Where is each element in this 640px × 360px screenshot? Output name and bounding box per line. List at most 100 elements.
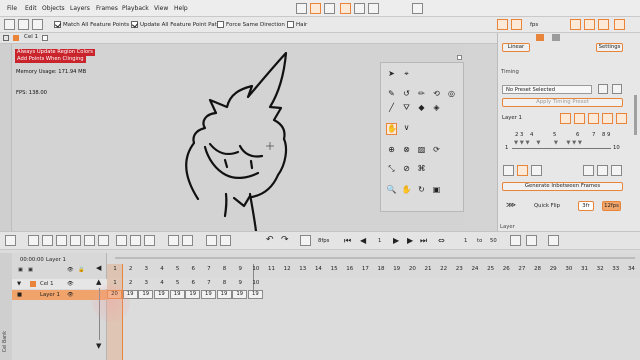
frame-number[interactable]: 13 bbox=[296, 266, 310, 272]
onion-icon-3[interactable] bbox=[56, 235, 67, 246]
frame-number[interactable]: 28 bbox=[531, 266, 545, 272]
cel-cell[interactable]: 4 bbox=[155, 280, 169, 286]
frame-number[interactable]: 10 bbox=[249, 266, 263, 272]
force-same-checkbox[interactable] bbox=[217, 21, 224, 28]
frame-number[interactable]: 16 bbox=[343, 266, 357, 272]
timing-icon-3[interactable] bbox=[588, 113, 599, 124]
cel-cell[interactable]: 5 bbox=[171, 280, 185, 286]
range-to[interactable]: 50 bbox=[490, 238, 497, 244]
update-paths-checkbox[interactable] bbox=[131, 21, 138, 28]
layer-cell[interactable]: 19 bbox=[232, 290, 248, 299]
frame-number[interactable]: 30 bbox=[562, 266, 576, 272]
frame-number[interactable]: 32 bbox=[593, 266, 607, 272]
timeline-scroll[interactable] bbox=[107, 253, 640, 264]
layer-cell[interactable]: 19 bbox=[185, 290, 201, 299]
cel-expand-icon[interactable]: ▼ bbox=[17, 281, 21, 287]
pencil-tool-icon[interactable]: ✏ bbox=[416, 89, 427, 99]
lock-icon[interactable] bbox=[583, 165, 594, 176]
frame-icon-5[interactable] bbox=[182, 235, 193, 246]
rotate-tool-icon[interactable]: ⟳ bbox=[431, 145, 442, 155]
image-tool-icon[interactable]: ▨ bbox=[416, 145, 427, 155]
hand-tool-icon[interactable]: ✋ bbox=[401, 185, 412, 195]
pen-tool-icon[interactable]: ✎ bbox=[386, 89, 397, 99]
wave-tool-icon[interactable]: ∨ bbox=[401, 123, 412, 133]
prev-frame-icon[interactable]: ◀ bbox=[360, 236, 366, 245]
menu-edit[interactable]: Edit bbox=[25, 5, 37, 12]
preset-edit-icon[interactable] bbox=[612, 84, 622, 94]
frame-number[interactable]: 34 bbox=[624, 266, 638, 272]
warp-tool2-icon[interactable]: ⊗ bbox=[401, 145, 412, 155]
frame-icon-4[interactable] bbox=[168, 235, 179, 246]
frame-icon-6[interactable] bbox=[206, 235, 217, 246]
pin-icon[interactable] bbox=[296, 3, 307, 14]
timing-icon-5[interactable] bbox=[616, 113, 627, 124]
frame-number[interactable]: 7 bbox=[202, 266, 216, 272]
camera-icon[interactable]: ▣ bbox=[431, 185, 442, 195]
spiral-tool-icon[interactable]: ⟲ bbox=[431, 89, 442, 99]
frame-icon-3[interactable] bbox=[144, 235, 155, 246]
menu-file[interactable]: File bbox=[7, 5, 17, 12]
visibility-icon[interactable]: 👁 bbox=[67, 267, 74, 273]
paste-icon[interactable] bbox=[611, 165, 622, 176]
frame-number[interactable]: 8 bbox=[218, 266, 232, 272]
frame-number[interactable]: 22 bbox=[437, 266, 451, 272]
frame-number[interactable]: 2 bbox=[124, 266, 138, 272]
share-icon[interactable] bbox=[548, 235, 559, 246]
frame-number[interactable]: 21 bbox=[421, 266, 435, 272]
view-icon[interactable] bbox=[5, 235, 16, 246]
onion-forward-icon[interactable] bbox=[511, 19, 522, 30]
bucket-tool-icon[interactable]: ◈ bbox=[431, 103, 442, 113]
mirror-icon[interactable] bbox=[598, 19, 609, 30]
select-icon[interactable] bbox=[4, 19, 15, 30]
frame-number[interactable]: 18 bbox=[374, 266, 388, 272]
interpolation-dropdown[interactable]: Linear bbox=[502, 43, 530, 52]
preset-save-icon[interactable] bbox=[598, 84, 608, 94]
square-icon[interactable] bbox=[368, 3, 379, 14]
circle-tool-icon[interactable]: ◎ bbox=[446, 89, 457, 99]
pingpong-icon[interactable] bbox=[526, 235, 537, 246]
fill-tool-icon[interactable]: ⛛ bbox=[401, 103, 412, 113]
tick-marker-row[interactable]: ▼ ▼ ▼ ▼ ▼ ▼ ▼ ▼ bbox=[514, 140, 582, 146]
timing-icon-4[interactable] bbox=[602, 113, 613, 124]
onion-back-icon[interactable] bbox=[497, 19, 508, 30]
cel-cell[interactable]: 6 bbox=[186, 280, 200, 286]
layer-visibility-icon[interactable]: 👁 bbox=[67, 292, 74, 298]
scale-tool-icon[interactable]: ⤡ bbox=[386, 164, 397, 174]
timing-slider-track[interactable] bbox=[512, 148, 611, 149]
frame-number[interactable]: 1 bbox=[108, 266, 122, 272]
cel-row-header[interactable] bbox=[12, 279, 107, 289]
menu-view[interactable]: View bbox=[154, 5, 168, 12]
last-frame-icon[interactable]: ⏭ bbox=[420, 236, 427, 246]
frame-number[interactable]: 25 bbox=[484, 266, 498, 272]
layer-row-name[interactable]: Layer 1 bbox=[40, 292, 60, 298]
timing-icon-1[interactable] bbox=[560, 113, 571, 124]
frame-number[interactable]: 9 bbox=[233, 266, 247, 272]
color-swatch-grey[interactable] bbox=[552, 34, 560, 41]
onion-icon-5[interactable] bbox=[84, 235, 95, 246]
node-tool-icon[interactable]: ⌖ bbox=[401, 69, 412, 79]
menu-layers[interactable]: Layers bbox=[70, 5, 90, 12]
link-icon[interactable] bbox=[324, 3, 335, 14]
layer-toggle-icon[interactable] bbox=[3, 35, 9, 41]
timing-icon-2[interactable] bbox=[574, 113, 585, 124]
cel-cell[interactable]: 10 bbox=[249, 280, 263, 286]
frame-number[interactable]: 17 bbox=[358, 266, 372, 272]
onion-icon-4[interactable] bbox=[70, 235, 81, 246]
frame-icon-7[interactable] bbox=[220, 235, 231, 246]
frame-number[interactable]: 26 bbox=[499, 266, 513, 272]
arrow-up-icon[interactable]: ▲ bbox=[96, 278, 101, 286]
add-cel-icon[interactable]: ▣ bbox=[28, 267, 33, 273]
menu-help[interactable]: Help bbox=[174, 5, 188, 12]
warp-tool-icon[interactable]: ⊕ bbox=[386, 145, 397, 155]
color-swatch-orange[interactable] bbox=[536, 34, 544, 41]
cel-visibility-icon[interactable]: 👁 bbox=[67, 281, 74, 287]
menu-playback[interactable]: Playback bbox=[122, 5, 149, 12]
brush-icon[interactable] bbox=[310, 3, 321, 14]
current-frame[interactable]: 1 bbox=[378, 238, 381, 244]
menu-objects[interactable]: Objects bbox=[42, 5, 65, 12]
layers-icon-1[interactable] bbox=[503, 165, 514, 176]
preset-dropdown[interactable]: No Preset Selected bbox=[502, 85, 592, 94]
cel-cell[interactable]: 9 bbox=[233, 280, 247, 286]
arrow-down-icon[interactable]: ▼ bbox=[96, 342, 101, 350]
copy-icon[interactable] bbox=[597, 165, 608, 176]
